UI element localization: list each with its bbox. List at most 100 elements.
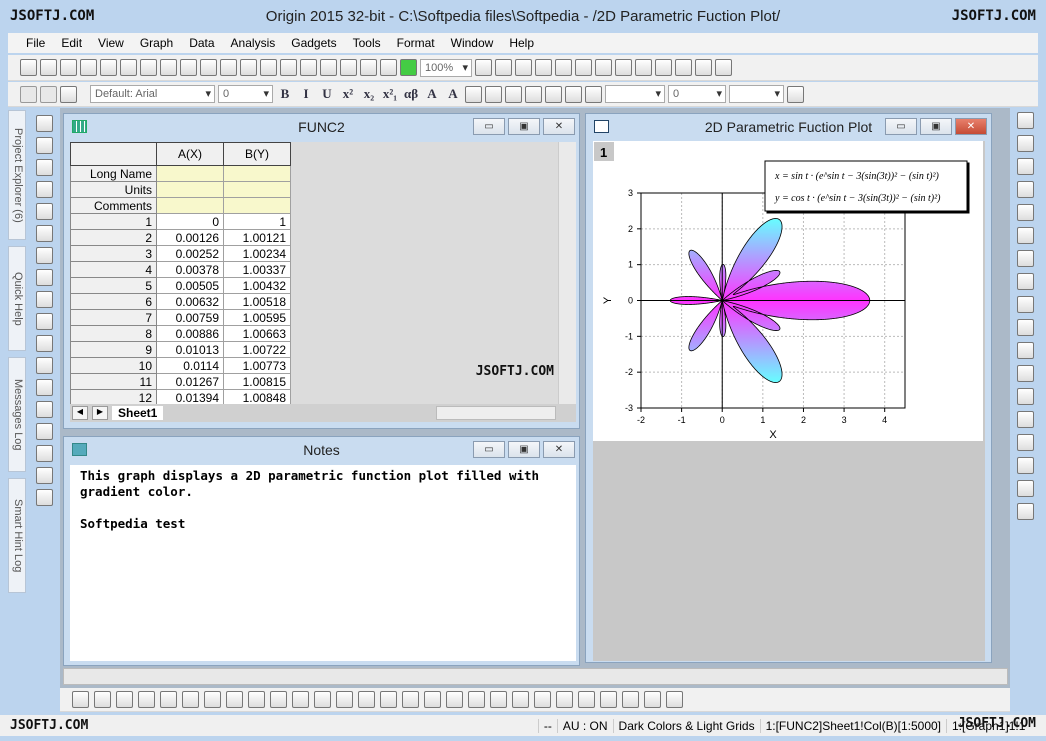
tilt-right-icon[interactable] — [578, 691, 595, 708]
bold-button[interactable]: B — [276, 86, 294, 102]
pattern-icon[interactable] — [545, 85, 562, 103]
new-function-plot-icon[interactable] — [200, 59, 217, 76]
table-border-icon[interactable] — [787, 85, 804, 103]
same-width-icon[interactable] — [1016, 480, 1034, 497]
column-plot-icon[interactable] — [138, 691, 155, 708]
zoom-out-icon[interactable] — [35, 159, 53, 176]
new-graph-icon[interactable] — [100, 59, 117, 76]
cell[interactable]: 1.00815 — [223, 373, 291, 390]
cell[interactable]: 1.00773 — [223, 357, 291, 374]
sheet-tab[interactable]: Sheet1 — [112, 406, 164, 420]
status-theme[interactable]: Dark Colors & Light Grids — [612, 718, 760, 733]
close-button[interactable]: ✕ — [955, 118, 987, 135]
duplicate-icon[interactable] — [380, 59, 397, 76]
3d-scatter-icon[interactable] — [358, 691, 375, 708]
cell[interactable]: 1.00337 — [223, 261, 291, 278]
new-notes-icon[interactable] — [180, 59, 197, 76]
align-left-icon[interactable] — [1016, 273, 1034, 290]
mask-icon[interactable] — [35, 247, 53, 264]
menu-file[interactable]: File — [26, 36, 45, 50]
tilt-left-icon[interactable] — [556, 691, 573, 708]
align-right-icon[interactable] — [1016, 296, 1034, 313]
rectangle-tool-icon[interactable] — [35, 379, 53, 396]
new-project-icon[interactable] — [20, 59, 37, 76]
new-workbook-icon[interactable] — [60, 59, 77, 76]
new-excel-icon[interactable] — [80, 59, 97, 76]
increase-font-button[interactable]: A — [423, 86, 441, 102]
italic-button[interactable]: I — [297, 86, 315, 102]
menu-window[interactable]: Window — [451, 36, 494, 50]
status-autoupdate[interactable]: AU : ON — [556, 718, 613, 733]
contour-icon[interactable] — [160, 691, 177, 708]
new-function-icon[interactable] — [140, 59, 157, 76]
symbol-icon[interactable] — [565, 85, 582, 103]
add-column-icon[interactable] — [675, 59, 692, 76]
greek-button[interactable]: αβ — [402, 86, 420, 102]
insert-equation-icon[interactable] — [35, 423, 53, 440]
cell[interactable]: 1.00722 — [223, 341, 291, 358]
line-plot-icon[interactable] — [72, 691, 89, 708]
notes-titlebar[interactable]: Notes ▭ ▣ ✕ — [64, 437, 579, 463]
data-reader-icon[interactable] — [35, 203, 53, 220]
scatter-plot-icon[interactable] — [94, 691, 111, 708]
menu-analysis[interactable]: Analysis — [231, 36, 276, 50]
cell[interactable] — [223, 181, 291, 198]
add-layer-icon[interactable] — [1016, 250, 1034, 267]
rotate-ccw-icon[interactable] — [534, 691, 551, 708]
font-select[interactable]: Default: Arial — [90, 85, 215, 103]
new-folder-icon[interactable] — [40, 59, 57, 76]
menu-edit[interactable]: Edit — [61, 36, 82, 50]
template-icon[interactable] — [270, 691, 287, 708]
arrange-layers-icon[interactable] — [1016, 181, 1034, 198]
maximize-button[interactable]: ▣ — [508, 441, 540, 458]
hand-icon[interactable] — [35, 401, 53, 418]
cell[interactable]: 1.00518 — [223, 293, 291, 310]
draw-data-icon[interactable] — [35, 269, 53, 286]
calendar-icon[interactable] — [635, 59, 652, 76]
line-width-select[interactable]: 0 — [668, 85, 726, 103]
cell[interactable]: 0.00252 — [156, 245, 224, 262]
cell[interactable]: 1.00595 — [223, 309, 291, 326]
extract-icon[interactable] — [1016, 227, 1034, 244]
menu-format[interactable]: Format — [397, 36, 435, 50]
prev-sheet-button[interactable]: ◀ — [72, 406, 88, 420]
cell[interactable]: 0.0114 — [156, 357, 224, 374]
3d-contour-icon[interactable] — [380, 691, 397, 708]
subscript-button[interactable]: x₂ — [360, 86, 378, 102]
polar-icon[interactable] — [226, 691, 243, 708]
minimize-button[interactable]: ▭ — [473, 118, 505, 135]
reset-icon[interactable] — [666, 691, 683, 708]
maximize-button[interactable]: ▣ — [920, 118, 952, 135]
cell[interactable]: 0.00126 — [156, 229, 224, 246]
menu-graph[interactable]: Graph — [140, 36, 173, 50]
import-ascii-icon[interactable] — [340, 59, 357, 76]
hierarchy-icon[interactable] — [595, 59, 612, 76]
paste-icon[interactable] — [60, 85, 77, 103]
save-template-icon[interactable] — [300, 59, 317, 76]
worksheet-titlebar[interactable]: FUNC2 ▭ ▣ ✕ — [64, 114, 579, 140]
minimize-button[interactable]: ▭ — [885, 118, 917, 135]
recalculate-icon[interactable] — [400, 59, 417, 76]
cell[interactable] — [156, 181, 224, 198]
layer-icon[interactable] — [35, 489, 53, 506]
horizontal-scrollbar[interactable] — [436, 406, 556, 420]
cell[interactable]: 1.00432 — [223, 277, 291, 294]
decrease-font-button[interactable]: A — [444, 86, 462, 102]
ungroup-icon[interactable] — [1016, 434, 1034, 451]
code-builder-icon[interactable] — [515, 59, 532, 76]
cell[interactable]: 0.00378 — [156, 261, 224, 278]
new-matrix-icon[interactable] — [120, 59, 137, 76]
swap-mask-icon[interactable] — [490, 691, 507, 708]
bring-front-icon[interactable] — [1016, 365, 1034, 382]
region-icon[interactable] — [35, 291, 53, 308]
same-height-icon[interactable] — [1016, 503, 1034, 520]
copy-icon[interactable] — [40, 85, 57, 103]
tab-quick-help[interactable]: Quick Help — [8, 246, 26, 351]
open-icon[interactable] — [220, 59, 237, 76]
find-icon[interactable] — [615, 59, 632, 76]
save-icon[interactable] — [280, 59, 297, 76]
line-tool-icon[interactable] — [35, 357, 53, 374]
mask-swap-icon[interactable] — [424, 691, 441, 708]
import-multiple-icon[interactable] — [360, 59, 377, 76]
menu-help[interactable]: Help — [509, 36, 534, 50]
